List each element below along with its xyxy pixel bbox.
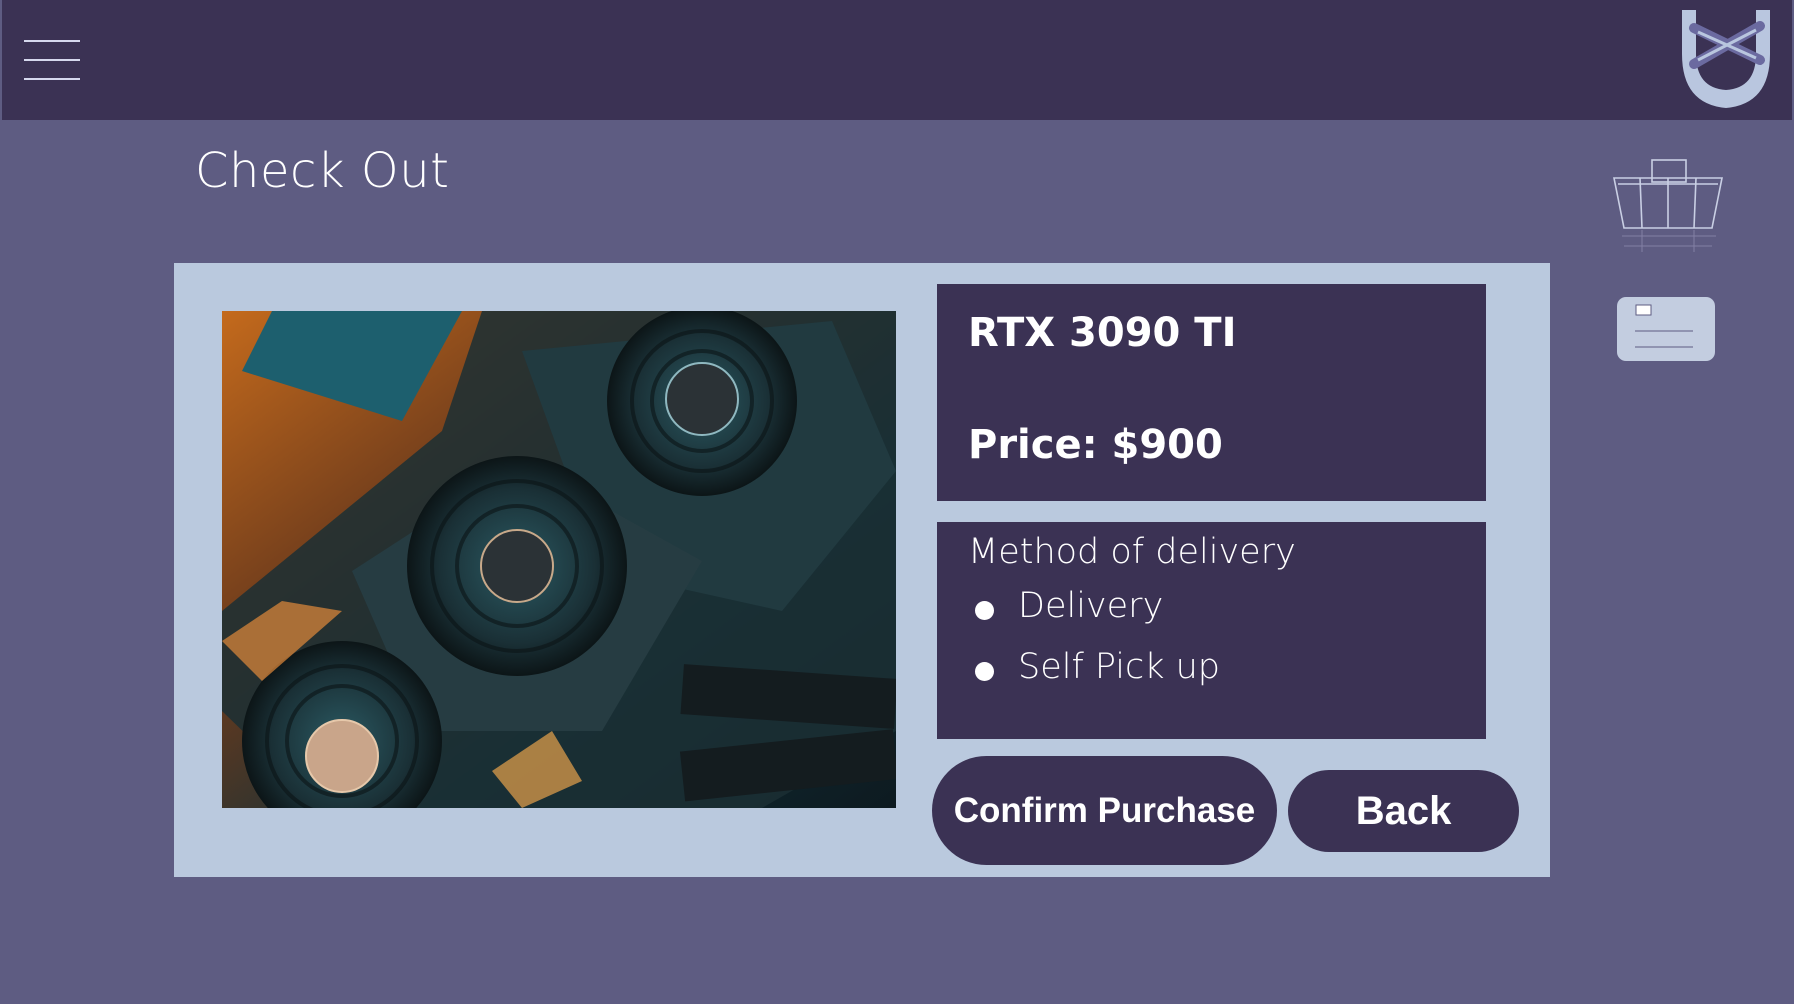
- delivery-method-box: Method of delivery Delivery Self Pick up: [937, 522, 1486, 739]
- product-price: Price: $900: [968, 422, 1223, 468]
- hamburger-menu-icon[interactable]: [24, 36, 80, 84]
- shopping-basket-icon[interactable]: [1612, 156, 1724, 256]
- product-name: RTX 3090 TI: [968, 310, 1237, 356]
- delivery-option-self-pickup[interactable]: Self Pick up: [975, 645, 1220, 689]
- delivery-option-label: Delivery: [1018, 586, 1164, 626]
- top-bar: [2, 0, 1792, 120]
- page-title: Check Out: [195, 143, 450, 199]
- delivery-method-title: Method of delivery: [968, 532, 1296, 572]
- delivery-option-label: Self Pick up: [1018, 647, 1221, 687]
- logo-icon: [1682, 10, 1770, 108]
- bullet-dot-icon: [975, 661, 994, 681]
- bullet-dot-icon: [975, 600, 994, 620]
- product-info-box: RTX 3090 TI Price: $900: [937, 284, 1486, 501]
- back-button[interactable]: Back: [1288, 770, 1519, 852]
- card-lines-icon: [1635, 304, 1693, 348]
- checkout-panel: RTX 3090 TI Price: $900 Method of delive…: [174, 263, 1550, 877]
- delivery-option-delivery[interactable]: Delivery: [975, 584, 1163, 628]
- payment-card-icon[interactable]: [1617, 297, 1715, 361]
- confirm-purchase-button[interactable]: Confirm Purchase: [932, 756, 1277, 865]
- product-photo: [222, 311, 896, 808]
